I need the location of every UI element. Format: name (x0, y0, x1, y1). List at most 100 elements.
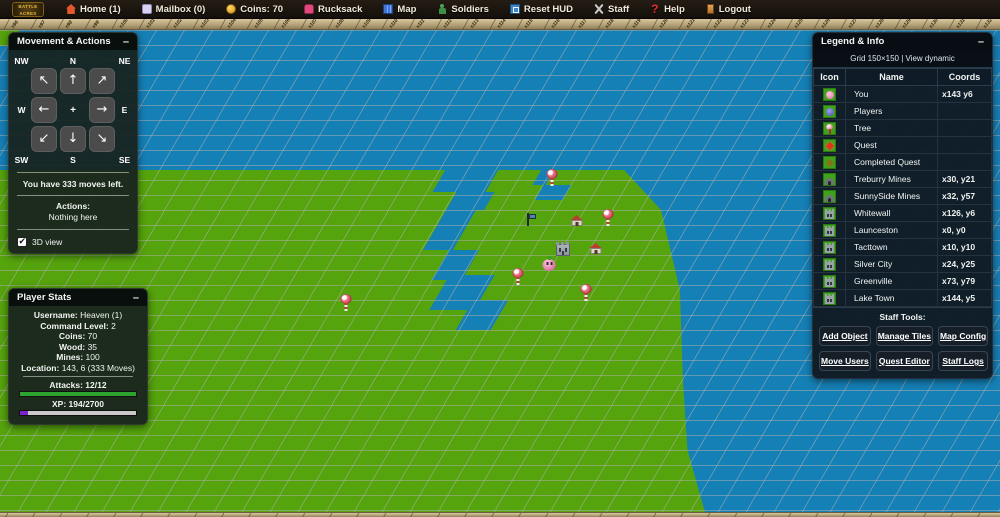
ruler-tickmark (950, 513, 954, 517)
stat-line: Wood: 35 (15, 342, 141, 353)
battle-acres-logo[interactable]: BATTLE ACRES (12, 2, 44, 17)
nav-item-logout[interactable]: Logout (706, 4, 751, 15)
quest-editor-button[interactable]: Quest Editor (876, 351, 933, 371)
legend-name-cell: Completed Quest (846, 154, 938, 171)
nav-item-home[interactable]: Home (1) (66, 4, 121, 15)
nav-item-label: Soldiers (451, 4, 489, 15)
movement-minimize-button[interactable]: – (123, 38, 129, 46)
staff-logs-button[interactable]: Staff Logs (938, 351, 988, 371)
tree-sprite[interactable] (513, 268, 524, 285)
tree-trunk (551, 178, 554, 186)
nav-item-map[interactable]: Map (383, 4, 416, 15)
compass-label-se: SE (119, 155, 130, 165)
map-icon (383, 4, 393, 14)
nav-item-mailbox[interactable]: Mailbox (0) (142, 4, 206, 15)
player-sprite[interactable] (543, 259, 556, 271)
home-icon (66, 4, 76, 14)
legend-row-players: Players (814, 103, 992, 120)
move-nw-button[interactable]: ↖ (31, 68, 57, 94)
view-toggle-row: 3D view (9, 233, 137, 253)
legend-row-tacttown: Tacttownx10, y10 (814, 239, 992, 256)
legend-coords-cell: x126, y6 (938, 205, 992, 222)
nav-item-coins[interactable]: Coins: 70 (226, 4, 283, 15)
ruler-tickmark (383, 513, 387, 517)
compass-label-w: W (17, 105, 25, 115)
flag-sprite[interactable] (526, 213, 536, 226)
legend-row-launceston: Launcestonx0, y0 (814, 222, 992, 239)
nav-item-soldiers[interactable]: Soldiers (437, 4, 489, 15)
manage-tiles-button[interactable]: Manage Tiles (876, 326, 933, 346)
ruler-tickmark (32, 513, 36, 517)
ruler-tick-label: x109 (361, 19, 373, 30)
move-e-button[interactable]: → (89, 97, 115, 123)
ruler-tick-label: x129 (901, 19, 913, 30)
ruler-tickmark (356, 513, 360, 517)
tree-sprite[interactable] (581, 284, 592, 301)
legend-column-header: Coords (938, 69, 992, 86)
map-config-button[interactable]: Map Config (938, 326, 988, 346)
legend-row-you: Youx143 y6 (814, 86, 992, 103)
tree-sprite[interactable] (603, 209, 614, 226)
ruler-tick-label: x116 (550, 19, 562, 30)
house-sprite[interactable] (590, 243, 603, 254)
nav-item-rucksack[interactable]: Rucksack (304, 4, 362, 15)
legend-coords-cell: x143 y6 (938, 86, 992, 103)
ruler-tickmark (518, 513, 522, 517)
actions-label: Actions: (11, 201, 135, 211)
tree-sprite[interactable] (547, 169, 558, 186)
compass-label-nw: NW (14, 56, 28, 66)
move-ne-button[interactable]: ↗ (89, 68, 115, 94)
legend-minimize-button[interactable]: – (978, 38, 984, 46)
legend-coords-cell: x32, y57 (938, 188, 992, 205)
staff-tools-label: Staff Tools: (819, 312, 986, 322)
ruler-tick-label: x130 (928, 19, 940, 30)
moves-left-text: You have 333 moves left. (9, 176, 137, 192)
tree-trunk (517, 277, 520, 285)
ruler-tick-label: x114 (496, 19, 508, 30)
nav-items: Home (1) Mailbox (0) Coins: 70 Rucksack Map S… (66, 4, 751, 15)
ruler-tick-label: x101 (145, 19, 157, 30)
ruler-tickmark (786, 19, 793, 30)
ruler-tick-label: x108 (334, 19, 346, 30)
nav-item-staff[interactable]: Staff (594, 4, 629, 15)
compass-center-mark: + (70, 105, 76, 116)
move-w-button[interactable]: ← (31, 97, 57, 123)
city-legend-icon (823, 241, 836, 254)
move-se-button[interactable]: ↘ (89, 126, 115, 152)
ruler-tick-label: x121 (685, 19, 697, 30)
legend-header-row: IconNameCoords (814, 69, 992, 86)
legend-name-cell: SunnySide Mines (846, 188, 938, 205)
legend-row-completed-quest: Completed Quest (814, 154, 992, 171)
ruler-tickmark (815, 513, 819, 517)
ruler-tickmark (246, 19, 253, 30)
divider (17, 195, 129, 196)
tree-sprite[interactable] (341, 294, 352, 311)
add-object-button[interactable]: Add Object (819, 326, 871, 346)
castle-sprite[interactable] (556, 244, 570, 256)
ruler-tickmark (57, 19, 64, 30)
ruler-tick-label: x100 (118, 19, 130, 30)
tree-trunk (345, 303, 348, 311)
legend-column-header: Icon (814, 69, 846, 86)
player-stats-minimize-button[interactable]: – (133, 294, 139, 302)
nav-item-reset-hud[interactable]: Reset HUD (510, 4, 573, 15)
legend-title: Legend & Info (821, 36, 884, 47)
ruler-tick-label: x110 (388, 19, 400, 30)
legend-info-panel: Legend & Info – Grid 150×150 | View dyna… (812, 32, 993, 379)
flag-cloth (529, 214, 536, 219)
house-sprite[interactable] (571, 215, 584, 226)
ruler-tick-label: x124 (766, 19, 778, 30)
nav-item-help[interactable]: Help (650, 4, 685, 15)
move-users-button[interactable]: Move Users (819, 351, 871, 371)
ruler-tickmark (437, 513, 441, 517)
nav-item-label: Home (1) (80, 4, 121, 15)
3d-view-label: 3D view (32, 237, 62, 247)
move-s-button[interactable]: ↓ (60, 126, 86, 152)
ruler-tickmark (273, 19, 280, 30)
ruler-tick-label: x131 (955, 19, 967, 30)
ruler-tickmark (194, 513, 198, 517)
3d-view-checkbox[interactable] (17, 237, 27, 247)
mine-legend-icon (823, 190, 836, 203)
move-n-button[interactable]: ↑ (60, 68, 86, 94)
move-sw-button[interactable]: ↙ (31, 126, 57, 152)
